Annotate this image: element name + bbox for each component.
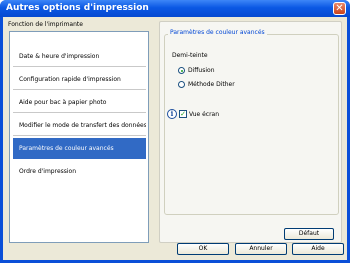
dialog-body: Fonction de l'imprimante Date & heure d'… [3,17,347,260]
list-item-print-order[interactable]: Ordre d'impression [13,161,146,182]
cancel-button[interactable]: Annuler [235,243,287,255]
close-button[interactable]: ✕ [333,2,346,15]
list-item-transfer-mode[interactable]: Modifier le mode de transfert des donnée… [13,115,146,136]
settings-panel: Paramètres de couleur avancés Demi-teint… [159,21,342,243]
title-bar[interactable]: Autres options d'impression ✕ [0,0,350,17]
preview-label[interactable]: Vue écran [189,111,219,118]
dither-label[interactable]: Méthode Dither [188,81,235,88]
close-icon[interactable]: ✕ [335,3,343,14]
window-title: Autres options d'impression [6,3,149,13]
function-list-title: Fonction de l'imprimante [8,21,83,28]
preview-checkbox[interactable]: ✓ [179,110,187,118]
ok-button[interactable]: OK [177,243,229,255]
list-item-advanced-color[interactable]: Paramètres de couleur avancés [13,138,146,159]
dither-radio[interactable] [178,81,185,88]
halftone-label: Demi-teinte [172,52,208,59]
info-icon: i [167,109,177,119]
list-item-date-time[interactable]: Date & heure d'impression [13,46,146,67]
list-item-photo-tray-help[interactable]: Aide pour bac à papier photo [13,92,146,113]
list-item-quick-print-setup[interactable]: Configuration rapide d'impression [13,69,146,90]
function-list: Date & heure d'impression Configuration … [9,31,149,243]
dialog-window: Autres options d'impression ✕ Fonction d… [0,0,350,263]
diffusion-radio[interactable] [178,67,185,74]
help-button[interactable]: Aide [292,243,344,255]
group-title: Paramètres de couleur avancés [168,29,267,36]
diffusion-label[interactable]: Diffusion [188,67,215,74]
advanced-color-group [164,34,339,215]
default-button[interactable]: Défaut [284,228,334,240]
